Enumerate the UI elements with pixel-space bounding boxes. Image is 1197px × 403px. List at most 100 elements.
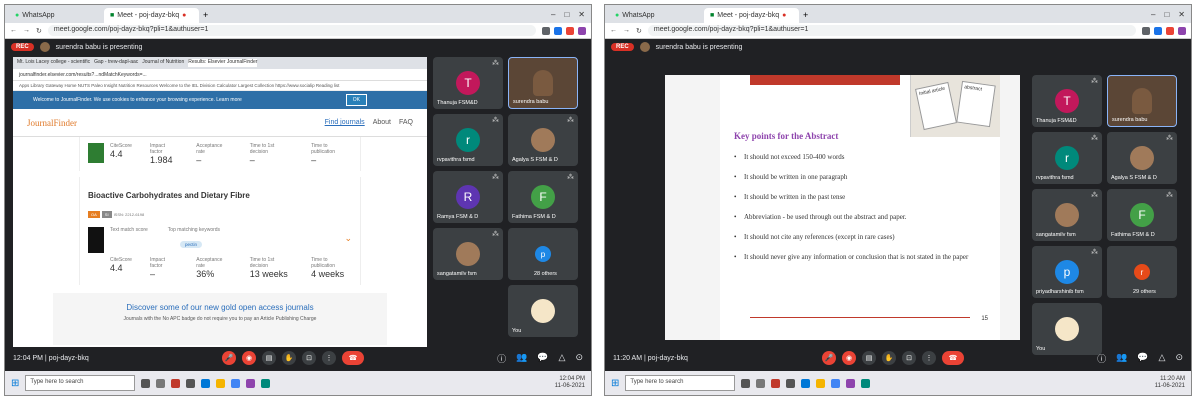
others-tile[interactable]: p 28 others [508, 228, 578, 280]
extension-icon[interactable] [1154, 26, 1162, 35]
minimize-icon[interactable]: – [1151, 10, 1155, 19]
participant-tile[interactable]: p priyadharshinib fsm ⁂ [1032, 246, 1102, 298]
minimize-icon[interactable]: – [551, 10, 555, 19]
people-icon[interactable]: 👥 [516, 352, 527, 365]
explorer-icon[interactable] [216, 378, 226, 388]
more-options-icon[interactable]: ⋮ [922, 351, 936, 365]
tab-whatsapp[interactable]: ● WhatsApp [609, 8, 704, 23]
participant-tile[interactable]: r rvpavithra fsmd ⁂ [433, 114, 503, 166]
inner-tab[interactable]: Journal of Nutrition [142, 59, 184, 67]
forward-icon[interactable]: → [23, 27, 30, 34]
participant-tile[interactable]: sangatamilv fsm ⁂ [1032, 189, 1102, 241]
tab-meet[interactable]: ■ Meet - poj-dayz-bkq ● [104, 8, 199, 23]
people-icon[interactable]: 👥 [1116, 352, 1127, 365]
activities-icon[interactable]: △ [1159, 352, 1166, 365]
self-tile[interactable]: You [508, 285, 578, 337]
profile-avatar[interactable] [1178, 26, 1186, 35]
inner-url[interactable]: journalfinder.elsevier.com/results?...nd… [13, 69, 427, 81]
expand-chevron-icon[interactable]: ⌄ [344, 233, 352, 244]
extension-icon[interactable] [542, 26, 550, 35]
store-icon[interactable] [186, 378, 196, 388]
profile-avatar[interactable] [578, 26, 586, 35]
participant-tile[interactable]: F Fathima FSM & D ⁂ [1107, 189, 1177, 241]
journal-title[interactable]: Bioactive Carbohydrates and Dietary Fibr… [88, 191, 352, 200]
maximize-icon[interactable]: □ [1164, 10, 1169, 19]
more-options-icon[interactable]: ⋮ [322, 351, 336, 365]
mic-toggle-icon[interactable]: 🎤 [822, 351, 836, 365]
app-icon[interactable] [861, 378, 871, 388]
participant-tile[interactable]: R Ramya FSM & D ⁂ [433, 171, 503, 223]
maximize-icon[interactable]: □ [564, 10, 569, 19]
edge-icon[interactable] [801, 378, 811, 388]
present-icon[interactable]: ⊡ [902, 351, 916, 365]
leave-call-button[interactable]: ☎ [342, 351, 364, 365]
chrome-icon[interactable] [831, 378, 841, 388]
windows-start-icon[interactable]: ⊞ [11, 378, 19, 389]
captions-icon[interactable]: ▤ [262, 351, 276, 365]
chat-icon[interactable]: 💬 [537, 352, 548, 365]
participant-tile-presenter[interactable]: surendra babu [508, 57, 578, 109]
present-icon[interactable]: ⊡ [302, 351, 316, 365]
mic-toggle-icon[interactable]: 🎤 [222, 351, 236, 365]
cookie-ok-button[interactable]: OK [345, 94, 367, 106]
participant-tile[interactable]: T Thanuja FSM&D ⁂ [1032, 75, 1102, 127]
task-view-icon[interactable] [756, 378, 766, 388]
lock-icon[interactable]: ⊙ [575, 352, 583, 365]
edge-icon[interactable] [201, 378, 211, 388]
back-icon[interactable]: ← [610, 27, 617, 34]
extension-icon[interactable] [566, 26, 574, 35]
back-icon[interactable]: ← [10, 27, 17, 34]
lock-icon[interactable]: ⊙ [1175, 352, 1183, 365]
gold-oa-title[interactable]: Discover some of our new gold open acces… [53, 303, 387, 312]
extension-icon[interactable] [1142, 26, 1150, 35]
close-icon[interactable]: ✕ [1178, 10, 1185, 19]
taskbar-search[interactable]: Type here to search [25, 375, 136, 391]
url-field[interactable]: meet.google.com/poj-dayz-bkq?pli=1&authu… [647, 25, 1136, 36]
cortana-icon[interactable] [741, 378, 751, 388]
explorer-icon[interactable] [816, 378, 826, 388]
camera-toggle-icon[interactable]: ◉ [842, 351, 856, 365]
inner-tab[interactable]: Mt. Lois Lacey college - scientific [17, 59, 90, 67]
raise-hand-icon[interactable]: ✋ [282, 351, 296, 365]
new-tab-button[interactable]: + [799, 10, 812, 23]
nav-about[interactable]: About [373, 119, 391, 126]
extension-icon[interactable] [554, 26, 562, 35]
taskbar-search[interactable]: Type here to search [625, 375, 736, 391]
info-icon[interactable]: ⓘ [1097, 352, 1106, 365]
app-icon[interactable] [261, 378, 271, 388]
app-icon[interactable] [246, 378, 256, 388]
raise-hand-icon[interactable]: ✋ [882, 351, 896, 365]
chrome-icon[interactable] [231, 378, 241, 388]
forward-icon[interactable]: → [623, 27, 630, 34]
participant-tile-presenter[interactable]: surendra babu [1107, 75, 1177, 127]
app-icon[interactable] [846, 378, 856, 388]
inner-tab[interactable]: Gap - trew-dapl-aac [94, 59, 138, 67]
participant-tile[interactable]: Agalya S FSM & D ⁂ [1107, 132, 1177, 184]
store-icon[interactable] [786, 378, 796, 388]
inner-tab[interactable]: Results: Elsevier JournalFinder [188, 59, 258, 67]
windows-start-icon[interactable]: ⊞ [611, 378, 619, 389]
reload-icon[interactable]: ↻ [636, 27, 642, 35]
url-field[interactable]: meet.google.com/poj-dayz-bkq?pli=1&authu… [47, 25, 536, 36]
close-icon[interactable]: ✕ [578, 10, 585, 19]
participant-tile[interactable]: F Fathima FSM & D ⁂ [508, 171, 578, 223]
tab-meet[interactable]: ■ Meet - poj-dayz-bkq ● [704, 8, 799, 23]
tab-whatsapp[interactable]: ● WhatsApp [9, 8, 104, 23]
chat-icon[interactable]: 💬 [1137, 352, 1148, 365]
participant-tile[interactable]: sangatamilv fsm ⁂ [433, 228, 503, 280]
journal-card-2[interactable]: Bioactive Carbohydrates and Dietary Fibr… [79, 177, 361, 285]
participant-tile[interactable]: r rvpavithra fsmd ⁂ [1032, 132, 1102, 184]
journalfinder-logo[interactable]: JournalFinder [27, 118, 77, 128]
participant-tile[interactable]: Agalya S FSM & D ⁂ [508, 114, 578, 166]
activities-icon[interactable]: △ [559, 352, 566, 365]
nav-find-journals[interactable]: Find journals [325, 119, 365, 126]
app-icon[interactable] [171, 378, 181, 388]
reload-icon[interactable]: ↻ [36, 27, 42, 35]
app-icon[interactable] [771, 378, 781, 388]
participant-tile[interactable]: T Thanuja FSM&D ⁂ [433, 57, 503, 109]
camera-toggle-icon[interactable]: ◉ [242, 351, 256, 365]
cortana-icon[interactable] [141, 378, 151, 388]
others-tile[interactable]: r 29 others [1107, 246, 1177, 298]
extension-icon[interactable] [1166, 26, 1174, 35]
task-view-icon[interactable] [156, 378, 166, 388]
